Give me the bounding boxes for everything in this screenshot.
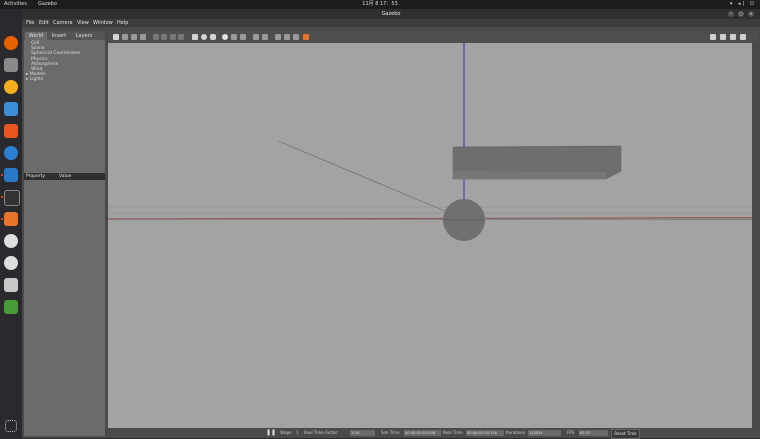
3d-viewport[interactable]	[108, 43, 752, 428]
pause-icon[interactable]: ❚❚	[266, 428, 276, 438]
app-grid-icon[interactable]	[5, 420, 17, 432]
system-tray[interactable]: ▾ ◂) ⏻	[730, 0, 756, 9]
gazebo-icon[interactable]	[4, 212, 18, 226]
real-time-label: Real Time	[443, 430, 463, 435]
tree-item-spherical-coordinates[interactable]: Spherical Coordinates	[26, 51, 80, 56]
gazebo-window: Gazebo – ▢ × File Edit Camera View Windo…	[22, 9, 760, 439]
toolbar	[108, 31, 758, 43]
value-column-header: Value	[59, 174, 72, 179]
left-panel: World Insert Layers GUI Scene Spherical …	[24, 31, 105, 436]
fps-label: FPS	[567, 430, 575, 435]
scene-render[interactable]	[108, 43, 752, 428]
point-light-icon[interactable]	[222, 34, 228, 40]
directional-light-icon[interactable]	[240, 34, 246, 40]
running-indicator	[1, 174, 3, 176]
firefox-icon[interactable]	[4, 36, 18, 50]
disc-icon[interactable]	[4, 256, 18, 270]
tab-layers[interactable]: Layers	[72, 32, 96, 40]
redo-icon[interactable]	[170, 34, 176, 40]
log-icon[interactable]	[720, 34, 726, 40]
dock	[0, 9, 22, 438]
scale-mode-icon[interactable]	[140, 34, 146, 40]
tree-item-lights[interactable]: ▸ Lights	[26, 77, 80, 82]
undo-dropdown-icon[interactable]	[161, 34, 167, 40]
redo-dropdown-icon[interactable]	[178, 34, 184, 40]
align-icon[interactable]	[275, 34, 281, 40]
clock[interactable]: 11月 8 17：53	[0, 0, 760, 9]
spot-light-icon[interactable]	[231, 34, 237, 40]
trash-icon[interactable]	[4, 300, 18, 314]
menu-camera[interactable]: Camera	[53, 19, 73, 27]
close-button[interactable]: ×	[748, 11, 754, 17]
menu-window[interactable]: Window	[93, 19, 113, 27]
world-tree: GUI Scene Spherical Coordinates Physics …	[26, 41, 80, 83]
window-title: Gazebo	[381, 11, 401, 17]
plot-icon[interactable]	[730, 34, 736, 40]
orange-tool-icon[interactable]	[303, 34, 309, 40]
cylinder-shape-icon[interactable]	[210, 34, 216, 40]
paste-icon[interactable]	[262, 34, 268, 40]
running-indicator	[1, 196, 3, 198]
screenshot-icon[interactable]	[710, 34, 716, 40]
system-top-bar: Activities Gazebo 11月 8 17：53 ▾ ◂) ⏻	[0, 0, 760, 9]
software-icon[interactable]	[4, 124, 18, 138]
drive-icon[interactable]	[4, 278, 18, 292]
menu-file[interactable]: File	[26, 19, 34, 27]
minimize-button[interactable]: –	[728, 11, 734, 17]
iterations-label: Iterations	[506, 430, 526, 435]
files-icon[interactable]	[4, 58, 18, 72]
sphere-shape-icon[interactable]	[201, 34, 207, 40]
box-model-face	[453, 171, 606, 179]
menu-bar: File Edit Camera View Window Help	[22, 19, 760, 27]
property-header: Property Value	[24, 173, 105, 180]
writer-icon[interactable]	[4, 102, 18, 116]
maximize-button[interactable]: ▢	[738, 11, 744, 17]
translate-mode-icon[interactable]	[122, 34, 128, 40]
status-bar: ❚❚ Steps: 1 Real Time Factor: 1.00 Sim T…	[108, 428, 758, 439]
magnet-icon[interactable]	[293, 34, 299, 40]
vscode-icon[interactable]	[4, 168, 18, 182]
snap-icon[interactable]	[284, 34, 290, 40]
rhythmbox-icon[interactable]	[4, 80, 18, 94]
menu-view[interactable]: View	[77, 19, 89, 27]
menu-help[interactable]: Help	[117, 19, 128, 27]
copy-icon[interactable]	[253, 34, 259, 40]
steps-value[interactable]: 1	[296, 428, 299, 438]
sim-time-value: 00:00:01:53.038	[404, 430, 441, 436]
help-icon[interactable]	[4, 146, 18, 160]
iterations-value: 113024	[528, 430, 561, 436]
rotate-mode-icon[interactable]	[131, 34, 137, 40]
real-time-value: 00:00:01:53.316	[466, 430, 504, 436]
panel-tabs: World Insert Layers	[24, 31, 105, 40]
running-indicator	[1, 218, 3, 220]
select-mode-icon[interactable]	[113, 34, 119, 40]
title-bar: Gazebo – ▢ ×	[22, 9, 760, 19]
undo-icon[interactable]	[153, 34, 159, 40]
disc-icon[interactable]	[4, 234, 18, 248]
fps-value: 62.51	[579, 430, 608, 436]
box-shape-icon[interactable]	[192, 34, 198, 40]
tab-world[interactable]: World	[25, 32, 47, 40]
video-record-icon[interactable]	[740, 34, 746, 40]
steps-label: Steps:	[280, 430, 293, 435]
tab-insert[interactable]: Insert	[48, 32, 70, 40]
sim-time-label: Sim Time	[381, 430, 400, 435]
ground-plane	[108, 43, 752, 428]
property-column-header: Property	[26, 174, 46, 179]
rtf-label: Real Time Factor:	[304, 430, 339, 435]
terminal-icon[interactable]	[4, 190, 20, 206]
rtf-value: 1.00	[350, 430, 375, 436]
menu-edit[interactable]: Edit	[39, 19, 49, 27]
